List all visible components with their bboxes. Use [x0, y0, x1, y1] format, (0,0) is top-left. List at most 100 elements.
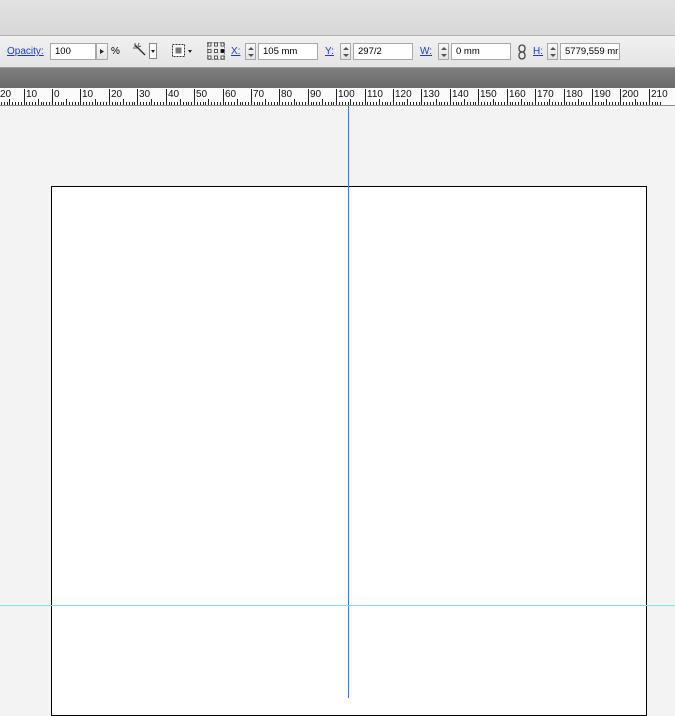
ruler-tick	[544, 102, 545, 105]
horizontal-ruler[interactable]: 20 10 0 10 20 30 40 50 60 70 80 90 100 110 120 130 140 15…	[0, 88, 675, 106]
ruler-tick	[52, 89, 53, 105]
ruler-tick	[259, 102, 260, 105]
ruler-label: 190	[594, 89, 611, 100]
ruler-tick	[271, 102, 272, 105]
ruler-tick	[387, 102, 388, 105]
ruler-tick	[316, 102, 317, 105]
ruler-tick	[1, 102, 2, 105]
ruler-tick	[632, 102, 633, 105]
document-canvas[interactable]	[0, 106, 675, 716]
ruler-tick	[134, 102, 135, 105]
up-down-arrows-icon	[550, 47, 556, 57]
ruler-tick	[143, 102, 144, 105]
style-dropdown[interactable]	[132, 42, 158, 61]
ruler-tick	[160, 102, 161, 105]
y-field[interactable]: 297/2	[353, 43, 413, 60]
opacity-label[interactable]: Opacity:	[7, 46, 44, 57]
ruler-tick	[524, 102, 525, 105]
ruler-tick	[109, 89, 110, 105]
x-field[interactable]: 105 mm	[258, 43, 318, 60]
vertical-guide[interactable]	[348, 106, 349, 698]
x-spinner[interactable]	[245, 43, 256, 60]
ruler-tick	[518, 102, 519, 105]
transform-dropdown[interactable]	[170, 42, 194, 61]
ruler-tick	[586, 102, 587, 105]
opacity-arrow-button[interactable]	[96, 43, 108, 60]
opacity-field[interactable]: 100	[50, 43, 96, 60]
ruler-tick	[63, 102, 64, 105]
w-label[interactable]: W:	[420, 46, 432, 57]
w-spinner[interactable]	[438, 43, 449, 60]
ruler-label: 210	[651, 89, 668, 100]
h-label[interactable]: H:	[533, 46, 543, 57]
ruler-tick	[646, 102, 647, 105]
document-page[interactable]	[51, 186, 647, 716]
ruler-tick	[507, 89, 508, 105]
ruler-tick	[89, 102, 90, 105]
ruler-tick	[615, 102, 616, 105]
reference-point-selector[interactable]	[206, 41, 226, 61]
ruler-tick	[504, 102, 505, 105]
horizontal-guide[interactable]	[0, 605, 675, 606]
ruler-tick	[512, 102, 513, 105]
ruler-tick	[291, 102, 292, 105]
ruler-tick	[231, 102, 232, 105]
ruler-label: 0	[54, 89, 60, 100]
ruler-tick	[279, 89, 280, 105]
ruler-tick	[637, 102, 638, 105]
ruler-tick	[385, 102, 386, 105]
ruler-tick	[169, 102, 170, 105]
ruler-tick	[444, 102, 445, 105]
ruler-tick	[100, 102, 101, 105]
ruler-tick	[154, 102, 155, 105]
ruler-tick	[447, 102, 448, 105]
ruler-tick	[49, 102, 50, 105]
constrain-proportions-button[interactable]	[516, 43, 528, 61]
ruler-tick	[137, 89, 138, 105]
w-field[interactable]: 0 mm	[451, 43, 511, 60]
ruler-tick	[655, 102, 656, 105]
ruler-tick	[115, 102, 116, 105]
ruler-tick	[424, 102, 425, 105]
ruler-tick	[240, 102, 241, 105]
ruler-tick	[331, 102, 332, 105]
ruler-tick	[282, 102, 283, 105]
ruler-tick	[61, 102, 62, 105]
ruler-tick	[285, 102, 286, 105]
ruler-tick	[319, 102, 320, 105]
ruler-tick	[618, 102, 619, 105]
ruler-tick	[171, 102, 172, 105]
ruler-tick	[367, 102, 368, 105]
ruler-tick	[427, 102, 428, 105]
ruler-tick	[515, 102, 516, 105]
ruler-tick	[38, 99, 39, 105]
ruler-tick	[277, 102, 278, 105]
ruler-tick	[302, 102, 303, 105]
x-label[interactable]: X:	[231, 46, 240, 57]
ruler-tick	[265, 99, 266, 105]
ruler-tick	[558, 102, 559, 105]
ruler-tick	[393, 89, 394, 105]
ruler-tick	[601, 102, 602, 105]
ruler-tick	[456, 102, 457, 105]
ruler-tick	[83, 102, 84, 105]
ruler-tick	[92, 102, 93, 105]
ruler-tick	[498, 102, 499, 105]
ruler-tick	[609, 102, 610, 105]
ruler-tick	[257, 102, 258, 105]
ruler-tick	[538, 102, 539, 105]
ruler-tick	[97, 102, 98, 105]
h-spinner[interactable]	[547, 43, 558, 60]
ruler-tick	[365, 89, 366, 105]
ruler-tick	[132, 102, 133, 105]
ruler-tick	[305, 102, 306, 105]
ruler-tick	[336, 89, 337, 105]
y-spinner[interactable]	[340, 43, 351, 60]
y-label[interactable]: Y:	[325, 46, 334, 57]
ruler-label: 140	[452, 89, 469, 100]
ruler-tick	[376, 102, 377, 105]
ruler-tick	[404, 102, 405, 105]
h-field[interactable]: 5779,559 mr	[560, 43, 620, 60]
ruler-tick	[288, 102, 289, 105]
ruler-tick	[529, 102, 530, 105]
